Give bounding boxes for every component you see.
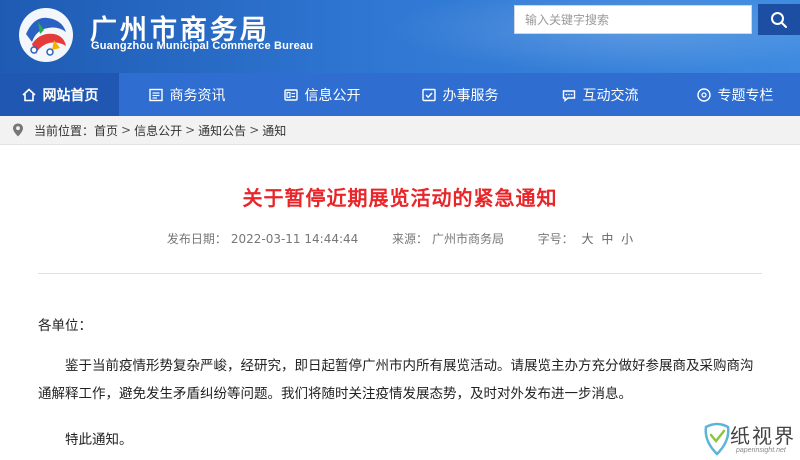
nav-item-interaction[interactable]: 互动交流 <box>530 73 669 116</box>
watermark: 纸视界 paperinsight.net <box>700 418 800 460</box>
nav-item-service[interactable]: 办事服务 <box>389 73 530 116</box>
nav-item-label: 互动交流 <box>582 87 639 104</box>
font-size-small[interactable]: 小 <box>621 232 633 246</box>
article-source: 广州市商务局 <box>431 232 504 246</box>
nav-item-label: 商务资讯 <box>169 87 226 104</box>
breadcrumb-notice[interactable]: 通知 <box>262 122 286 139</box>
site-title-english: Guangzhou Municipal Commerce Bureau <box>91 40 314 52</box>
nav-item-topics[interactable]: 专题专栏 <box>669 73 800 116</box>
watermark-logo-icon <box>704 422 730 456</box>
news-icon <box>148 87 164 103</box>
breadcrumb-home[interactable]: 首页 <box>94 122 118 139</box>
nav-item-news[interactable]: 商务资讯 <box>119 73 254 116</box>
font-size-large[interactable]: 大 <box>581 232 593 246</box>
article-paragraph: 鉴于当前疫情形势复杂严峻，经研究，即日起暂停广州市内所有展览活动。请展览主办方充… <box>38 358 754 402</box>
topic-icon <box>696 87 712 103</box>
nav-item-info[interactable]: 信息公开 <box>254 73 389 116</box>
watermark-subtext: paperinsight.net <box>736 447 786 454</box>
divider <box>38 273 762 274</box>
nav-item-label: 专题专栏 <box>717 87 774 104</box>
fontsize-label: 字号： <box>537 232 574 246</box>
article-title: 关于暂停近期展览活动的紧急通知 <box>242 186 558 210</box>
publish-date: 2022-03-11 14:44:44 <box>230 232 359 246</box>
breadcrumb-separator: > <box>249 123 260 137</box>
breadcrumb-separator: > <box>185 123 196 137</box>
article-meta: 发布日期： 2022-03-11 14:44:44 来源： 广州市商务局 字号： 大… <box>0 230 800 247</box>
nav-item-label: 办事服务 <box>442 87 499 104</box>
nav-item-label: 信息公开 <box>304 87 361 104</box>
article-salutation: 各单位： <box>38 318 92 334</box>
home-icon <box>21 87 37 103</box>
info-icon <box>283 87 299 103</box>
breadcrumb-info[interactable]: 信息公开 <box>134 122 182 139</box>
site-header: 广州市商务局 Guangzhou Municipal Commerce Bure… <box>0 0 800 73</box>
font-size-medium[interactable]: 中 <box>601 232 613 246</box>
breadcrumb-announcements[interactable]: 通知公告 <box>198 122 246 139</box>
nav-item-label: 网站首页 <box>42 87 99 104</box>
bureau-logo-icon[interactable] <box>14 4 78 66</box>
chat-icon <box>561 87 577 103</box>
breadcrumb: 当前位置： 首页 > 信息公开 > 通知公告 > 通知 <box>0 116 800 145</box>
search-button[interactable] <box>758 4 800 35</box>
date-label: 发布日期： <box>166 232 227 246</box>
nav-item-home[interactable]: 网站首页 <box>0 73 119 116</box>
service-icon <box>421 87 437 103</box>
article-closing: 特此通知。 <box>65 432 133 448</box>
watermark-text: 纸视界 <box>730 424 796 448</box>
source-label: 来源： <box>391 232 428 246</box>
search-input[interactable] <box>514 5 752 34</box>
breadcrumb-separator: > <box>121 123 132 137</box>
breadcrumb-prefix: 当前位置： <box>34 123 95 138</box>
location-pin-icon <box>13 123 23 137</box>
main-nav: 网站首页 商务资讯 信息公开 办事服务 互动交流 专题专栏 <box>0 73 800 116</box>
search-icon <box>771 11 787 28</box>
